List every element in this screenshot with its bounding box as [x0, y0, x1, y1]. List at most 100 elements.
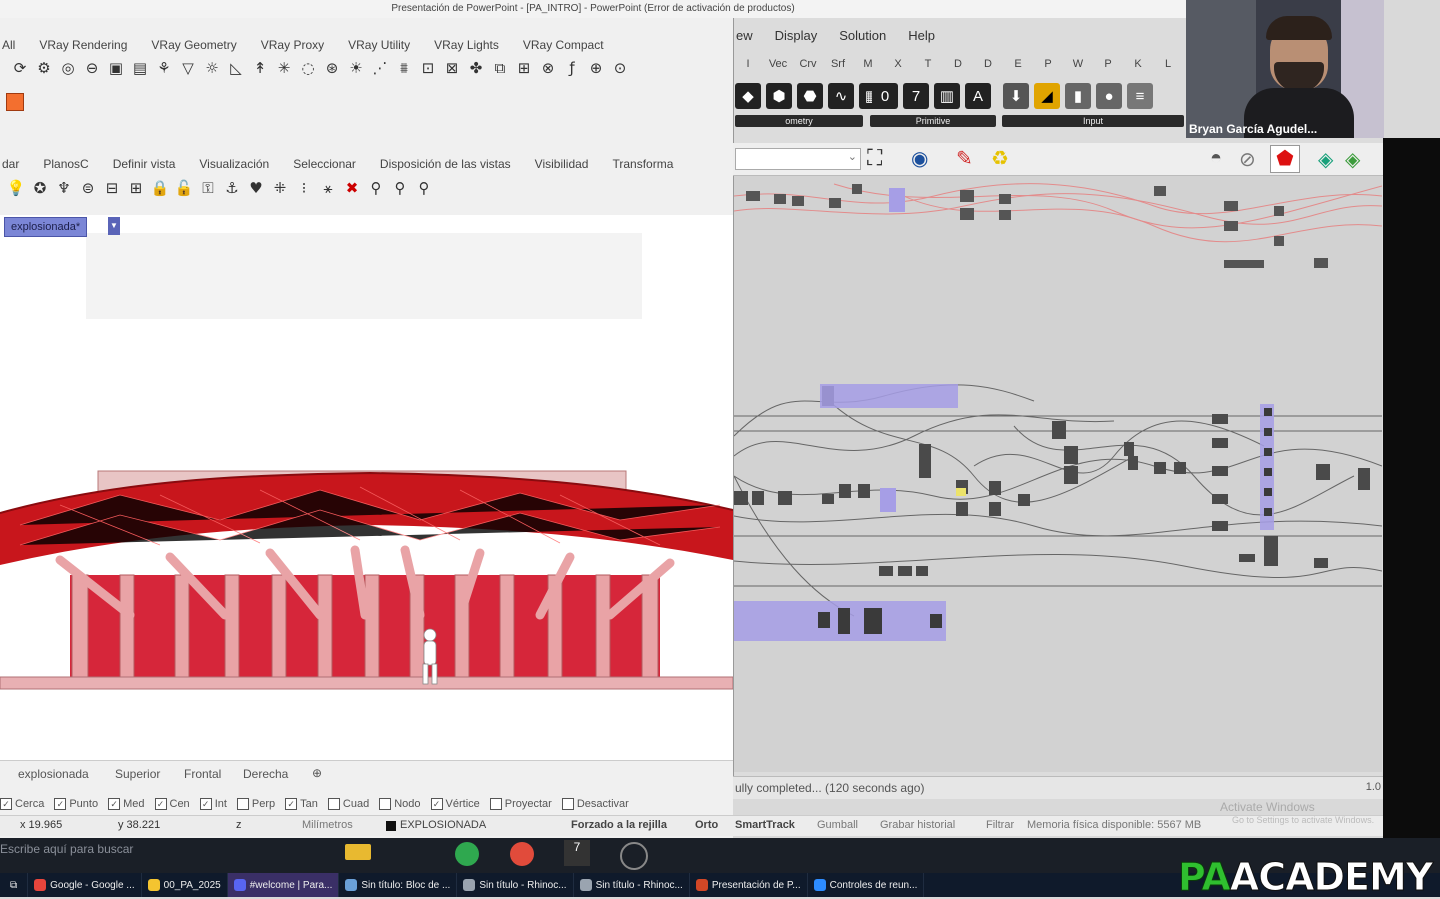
checkbox[interactable]: ✓: [108, 798, 121, 810]
group-geometry[interactable]: ometry: [735, 115, 863, 127]
osnap-3[interactable]: ✓ Cen: [154, 796, 190, 812]
view-tab-frontal[interactable]: Frontal: [184, 767, 221, 781]
checkbox[interactable]: [561, 798, 574, 810]
gh-tab[interactable]: E: [1003, 58, 1033, 76]
document-preview-icon[interactable]: ◈: [1318, 147, 1333, 172]
gh-tab[interactable]: M: [853, 58, 883, 76]
viewport-dropdown-icon[interactable]: ▼: [108, 217, 120, 235]
gh-tab[interactable]: W: [1063, 58, 1093, 76]
delete-icon[interactable]: ✖: [342, 178, 362, 198]
osnap-5[interactable]: Perp: [236, 796, 275, 812]
group-icon[interactable]: ⚲: [366, 178, 386, 198]
ungroup-icon[interactable]: ⚲: [390, 178, 410, 198]
add-view-icon[interactable]: ⊕: [312, 766, 322, 780]
gh-tab[interactable]: P: [1033, 58, 1063, 76]
search-hint[interactable]: Escribe aquí para buscar: [0, 842, 133, 856]
gumball-toggle[interactable]: Gumball: [817, 819, 858, 831]
integer-param-icon[interactable]: 7: [903, 83, 929, 109]
tab-visualizacion[interactable]: Visualización: [187, 157, 281, 171]
gh-tab[interactable]: D: [943, 58, 973, 76]
lock-selected-icon[interactable]: ⚿: [198, 178, 218, 198]
interval-param-icon[interactable]: ▥: [934, 83, 960, 109]
view-tab-explosionada[interactable]: explosionada: [18, 767, 89, 781]
enmesh-icon[interactable]: ⊞: [514, 58, 534, 78]
button-icon[interactable]: ●: [1096, 83, 1122, 109]
explode-icon[interactable]: ⚲: [414, 178, 434, 198]
rhino-viewport[interactable]: [0, 215, 733, 760]
osnap-8[interactable]: Nodo: [379, 796, 421, 812]
group-input[interactable]: Input: [1002, 115, 1184, 127]
swap-hidden-icon[interactable]: ⊞: [126, 178, 146, 198]
isolate-icon[interactable]: ♥: [246, 178, 266, 198]
tab-visibilidad[interactable]: Visibilidad: [523, 157, 601, 171]
panel-icon[interactable]: ⬇: [1003, 83, 1029, 109]
interactive-render-icon[interactable]: ◎: [58, 58, 78, 78]
osnap-4[interactable]: ✓ Int: [199, 796, 227, 812]
gh-tab[interactable]: I: [733, 58, 763, 76]
bulb-off-icon[interactable]: ♆: [54, 178, 74, 198]
copy-icon[interactable]: ⁝: [294, 178, 314, 198]
checkbox[interactable]: [489, 798, 502, 810]
osnap-2[interactable]: ✓ Med: [108, 796, 145, 812]
tab-vray-proxy[interactable]: VRay Proxy: [249, 38, 336, 52]
surface-param-icon[interactable]: ⬢: [766, 83, 792, 109]
plane-light-icon[interactable]: ◺: [226, 58, 246, 78]
task-view-icon[interactable]: ⧉: [0, 873, 29, 897]
view-tab-superior[interactable]: Superior: [115, 767, 160, 781]
checkbox[interactable]: ✓: [0, 798, 12, 810]
hide-icon[interactable]: ⊟: [102, 178, 122, 198]
show-selected-icon[interactable]: ⊜: [78, 178, 98, 198]
plane-icon[interactable]: ⩩: [394, 58, 414, 78]
viewport-title[interactable]: explosionada*: [4, 217, 88, 237]
select-icon[interactable]: ⚹: [318, 178, 338, 198]
tab-all[interactable]: All: [0, 38, 27, 52]
dome-light-icon[interactable]: ◌: [298, 58, 318, 78]
tab-dar[interactable]: dar: [0, 157, 31, 171]
trash-icon[interactable]: ♻: [991, 146, 1009, 171]
lock-icon[interactable]: 🔒: [150, 178, 170, 198]
frame-buffer-icon[interactable]: ▣: [106, 58, 126, 78]
tab-vray-utility[interactable]: VRay Utility: [336, 38, 422, 52]
chrome-icon[interactable]: [510, 842, 534, 866]
unlock-icon[interactable]: 🔓: [174, 178, 194, 198]
slider-icon[interactable]: ≡: [1127, 83, 1153, 109]
taskbar-item[interactable]: Controles de reun...: [808, 873, 925, 897]
checkbox[interactable]: ✓: [54, 798, 67, 810]
checkbox[interactable]: [379, 798, 392, 810]
preview-wire-icon[interactable]: ◓: [1210, 147, 1222, 170]
decal-icon[interactable]: ⧉: [490, 58, 510, 78]
gh-tab[interactable]: Crv: [793, 58, 823, 76]
whatsapp-icon[interactable]: [455, 842, 479, 866]
gh-canvas[interactable]: [733, 176, 1383, 772]
gh-tab[interactable]: T: [913, 58, 943, 76]
tab-vray-rendering[interactable]: VRay Rendering: [27, 38, 139, 52]
filter-toggle[interactable]: Filtrar: [986, 819, 1014, 831]
osnap-6[interactable]: ✓ Tan: [285, 796, 318, 812]
view-tab-derecha[interactable]: Derecha: [243, 767, 288, 781]
clock-icon[interactable]: [620, 842, 648, 870]
teapot-icon[interactable]: ⟳: [10, 58, 30, 78]
tab-seleccionar[interactable]: Seleccionar: [281, 157, 368, 171]
file-tab-dropdown[interactable]: ⌄: [735, 148, 861, 170]
scatter-icon[interactable]: ✤: [466, 58, 486, 78]
asset-editor-icon[interactable]: ▤: [130, 58, 150, 78]
bulb-icon[interactable]: 💡: [6, 178, 26, 198]
tab-transforma[interactable]: Transforma: [600, 157, 685, 171]
render-region-icon[interactable]: ⊖: [82, 58, 102, 78]
tab-vray-lights[interactable]: VRay Lights: [422, 38, 511, 52]
menu-display[interactable]: Display: [764, 28, 829, 48]
gh-tab[interactable]: Vec: [763, 58, 793, 76]
taskbar-item[interactable]: Presentación de P...: [690, 873, 808, 897]
rhino-7-icon[interactable]: 7: [564, 840, 590, 866]
smarttrack-toggle[interactable]: SmartTrack: [735, 819, 795, 831]
grid-snap-toggle[interactable]: Forzado a la rejilla: [571, 819, 667, 831]
toggle-icon[interactable]: ▮: [1065, 83, 1091, 109]
spotlight-icon[interactable]: ▽: [178, 58, 198, 78]
lister-icon[interactable]: ƒ: [562, 58, 582, 78]
checkbox[interactable]: [327, 798, 340, 810]
omni-light-icon[interactable]: ☀: [346, 58, 366, 78]
teapot-render-icon[interactable]: ⚙: [34, 58, 54, 78]
preview-eye-icon[interactable]: ◉: [911, 146, 928, 171]
current-layer[interactable]: EXPLOSIONADA: [400, 819, 486, 831]
units[interactable]: Milímetros: [302, 819, 353, 831]
